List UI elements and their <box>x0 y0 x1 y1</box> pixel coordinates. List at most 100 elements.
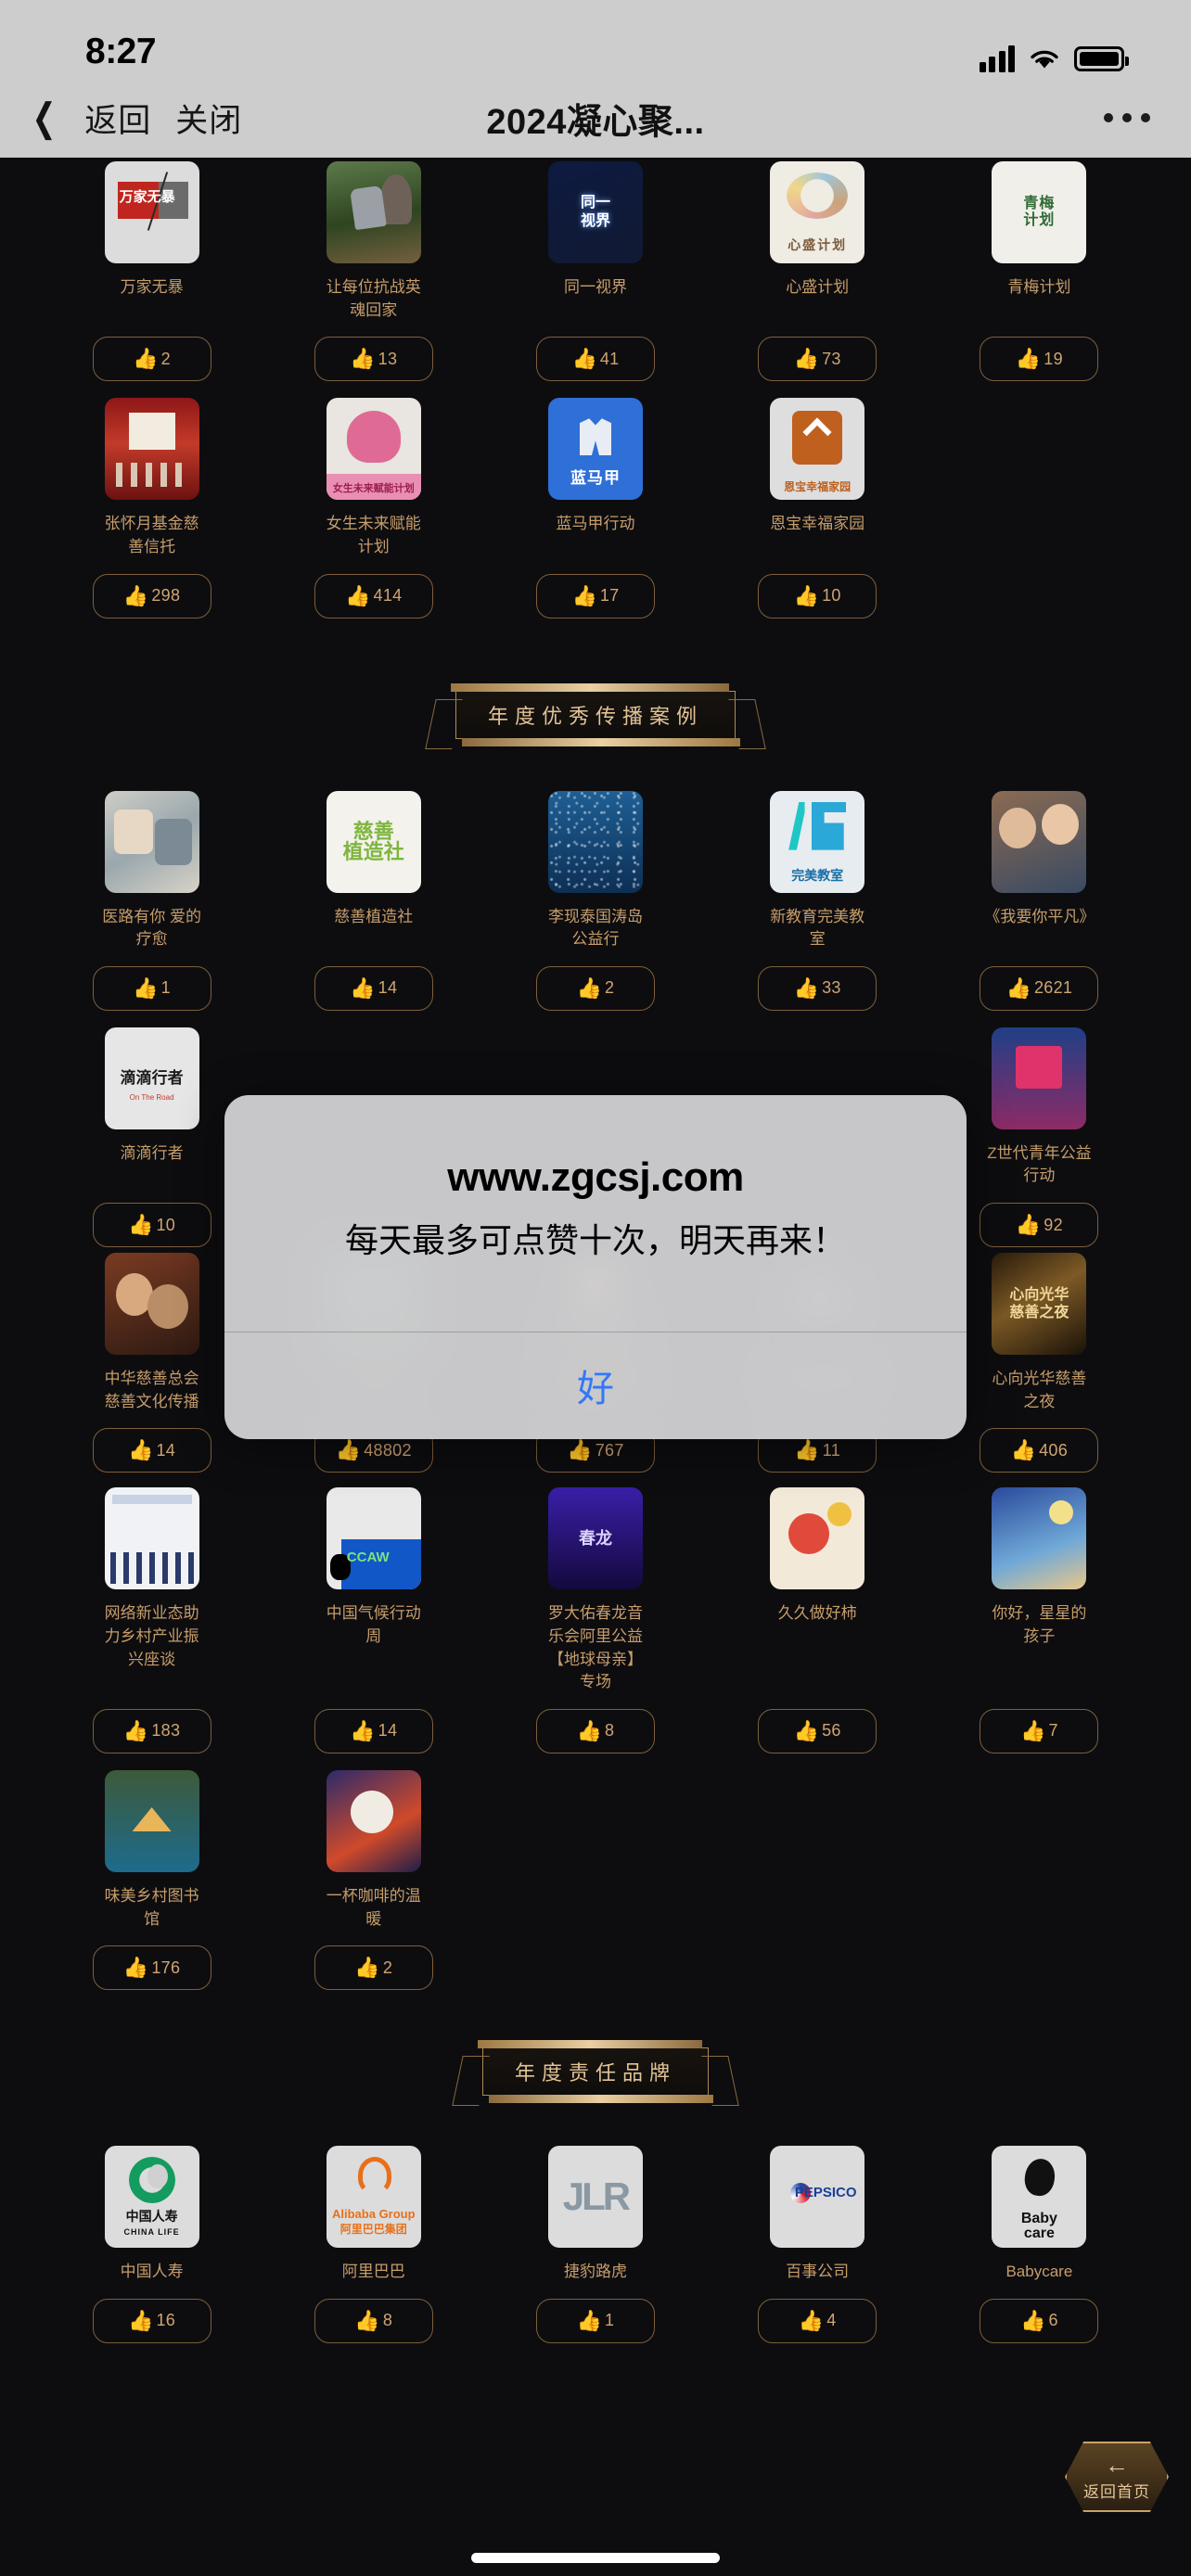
card-thumbnail[interactable]: 同一 视界 <box>547 161 643 263</box>
close-button[interactable]: 关闭 <box>175 95 242 142</box>
card-thumbnail[interactable] <box>326 161 421 263</box>
award-card[interactable]: 让每位抗战英魂回家 <box>263 161 484 322</box>
brand-card[interactable]: 中国人寿 CHINA LIFE 中国人寿 <box>41 2146 263 2284</box>
like-button[interactable]: 👍 2 <box>92 337 211 382</box>
card-thumbnail[interactable]: PEPSICO <box>770 2146 865 2249</box>
award-card[interactable]: 一杯咖啡的温暖 <box>263 1769 484 1931</box>
card-thumbnail[interactable] <box>104 398 199 501</box>
card-thumbnail[interactable]: Baby care <box>992 2146 1087 2249</box>
cellular-bars-icon <box>979 45 1015 72</box>
card-title: 《我要你平凡》 <box>984 907 1095 925</box>
like-button[interactable]: 👍 8 <box>314 2298 433 2343</box>
like-button[interactable]: 👍 1 <box>535 2298 655 2343</box>
like-button[interactable]: 👍 14 <box>314 965 433 1011</box>
like-button[interactable]: 👍 17 <box>535 573 655 618</box>
card-thumbnail[interactable]: JLR <box>547 2146 643 2249</box>
award-card[interactable]: 蓝马甲 蓝马甲行动 <box>484 398 706 558</box>
award-card[interactable]: 青梅 计划 青梅计划 <box>928 161 1150 322</box>
like-row-3: 👍 1 👍 14 👍 2 👍 33 👍 2621 <box>0 951 1191 1011</box>
award-card[interactable]: 《我要你平凡》 <box>928 790 1150 951</box>
brand-card[interactable]: JLR 捷豹路虎 <box>484 2146 706 2284</box>
award-card[interactable]: 万家无暴 万家无暴 <box>41 161 263 322</box>
card-thumbnail[interactable]: 女生未来赋能计划 <box>326 398 421 501</box>
award-card[interactable]: CCAW 中国气候行动周 <box>263 1487 484 1694</box>
card-thumbnail[interactable]: 青梅 计划 <box>992 161 1087 263</box>
like-button[interactable]: 👍 10 <box>758 573 877 618</box>
card-thumbnail[interactable]: 心盛计划 <box>770 161 865 263</box>
award-card[interactable]: 医路有你 爱的疗愈 <box>41 790 263 951</box>
award-card[interactable]: 心盛计划 心盛计划 <box>707 161 928 322</box>
card-thumbnail[interactable]: 恩宝幸福家园 <box>770 398 865 501</box>
card-thumbnail[interactable]: 心向光华 慈善之夜 <box>992 1253 1087 1356</box>
card-thumbnail[interactable] <box>104 1769 199 1872</box>
card-thumbnail[interactable]: 春龙 <box>547 1487 643 1590</box>
like-button[interactable]: 👍 14 <box>92 1428 211 1473</box>
card-thumbnail[interactable] <box>104 790 199 893</box>
like-button[interactable]: 👍 41 <box>535 337 655 382</box>
card-title: 女生未来赋能计划 <box>326 515 421 555</box>
card-thumbnail[interactable]: 中国人寿 CHINA LIFE <box>104 2146 199 2249</box>
back-to-home-button[interactable]: ← 返回首页 <box>1065 2442 1169 2512</box>
thumbs-up-icon: 👍 <box>794 1438 820 1462</box>
like-button[interactable]: 👍 414 <box>314 573 433 618</box>
back-chevron-icon[interactable]: ❮ <box>32 98 56 137</box>
award-card[interactable]: 慈善 植造社 慈善植造社 <box>263 790 484 951</box>
brand-card[interactable]: Alibaba Group 阿里巴巴集团 阿里巴巴 <box>263 2146 484 2284</box>
brand-card[interactable]: PEPSICO 百事公司 <box>707 2146 928 2284</box>
card-thumbnail[interactable] <box>547 790 643 893</box>
like-button[interactable]: 👍 2 <box>535 965 655 1011</box>
like-button[interactable]: 👍 33 <box>758 965 877 1011</box>
award-card[interactable]: 网络新业态助力乡村产业振兴座谈 <box>41 1487 263 1694</box>
card-thumbnail[interactable]: 蓝马甲 <box>547 398 643 501</box>
card-thumbnail[interactable] <box>104 1487 199 1590</box>
card-thumbnail[interactable] <box>326 1769 421 1872</box>
like-button[interactable]: 👍 406 <box>980 1428 1099 1473</box>
award-card[interactable]: 春龙 罗大佑春龙音乐会阿里公益【地球母亲】专场 <box>484 1487 706 1694</box>
card-thumbnail[interactable]: 滴滴行者 On The Road <box>104 1027 199 1129</box>
card-thumbnail[interactable]: 万家无暴 <box>104 161 199 263</box>
like-button[interactable]: 👍 1 <box>92 965 211 1011</box>
like-button[interactable]: 👍 14 <box>314 1708 433 1753</box>
like-button[interactable]: 👍 298 <box>92 573 211 618</box>
award-card[interactable]: 同一 视界 同一视界 <box>484 161 706 322</box>
card-thumbnail[interactable] <box>770 1487 865 1590</box>
like-button[interactable]: 👍 10 <box>92 1203 211 1248</box>
card-thumbnail[interactable] <box>992 1487 1087 1590</box>
like-button[interactable]: 👍 73 <box>758 337 877 382</box>
award-card[interactable]: 张怀月基金慈善信托 <box>41 398 263 558</box>
award-card[interactable]: 你好，星星的孩子 <box>928 1487 1150 1694</box>
alert-ok-button[interactable]: 好 <box>224 1333 967 1439</box>
card-thumbnail[interactable]: CCAW <box>326 1487 421 1590</box>
back-button[interactable]: 返回 <box>84 95 151 142</box>
award-card[interactable]: 女生未来赋能计划 女生未来赋能计划 <box>263 398 484 558</box>
like-button[interactable]: 👍 183 <box>92 1708 211 1753</box>
award-card[interactable]: 恩宝幸福家园 恩宝幸福家园 <box>707 398 928 558</box>
card-thumbnail[interactable]: 慈善 植造社 <box>326 790 421 893</box>
home-indicator[interactable] <box>471 2553 720 2563</box>
award-card[interactable]: 久久做好柿 <box>707 1487 928 1694</box>
card-thumbnail[interactable]: Alibaba Group 阿里巴巴集团 <box>326 2146 421 2249</box>
card-thumbnail[interactable]: 完美教室 <box>770 790 865 893</box>
like-button[interactable]: 👍 6 <box>980 2298 1099 2343</box>
more-menu-button[interactable] <box>1104 113 1191 122</box>
like-button[interactable]: 👍 16 <box>92 2298 211 2343</box>
card-thumbnail[interactable] <box>992 790 1087 893</box>
card-thumbnail[interactable] <box>992 1027 1087 1129</box>
like-button[interactable]: 👍 176 <box>92 1945 211 1991</box>
brand-card[interactable]: Baby care Babycare <box>928 2146 1150 2284</box>
award-card[interactable]: 李现泰国涛岛公益行 <box>484 790 706 951</box>
like-button[interactable]: 👍 4 <box>758 2298 877 2343</box>
like-button[interactable]: 👍 8 <box>535 1708 655 1753</box>
like-button[interactable]: 👍 2 <box>314 1945 433 1991</box>
award-card[interactable]: 味美乡村图书馆 <box>41 1769 263 1931</box>
like-button[interactable]: 👍 19 <box>980 337 1099 382</box>
like-button[interactable]: 👍 7 <box>980 1708 1099 1753</box>
like-button[interactable]: 👍 56 <box>758 1708 877 1753</box>
like-button[interactable]: 👍 13 <box>314 337 433 382</box>
award-card[interactable]: 完美教室 新教育完美教室 <box>707 790 928 951</box>
like-count: 73 <box>822 349 841 368</box>
like-button[interactable]: 👍 92 <box>980 1203 1099 1248</box>
comm-grid-row-4: 网络新业态助力乡村产业振兴座谈 CCAW 中国气候行动周 春龙 罗大佑春龙音乐会… <box>0 1487 1191 1694</box>
like-button[interactable]: 👍 2621 <box>980 965 1099 1011</box>
card-thumbnail[interactable] <box>104 1253 199 1356</box>
